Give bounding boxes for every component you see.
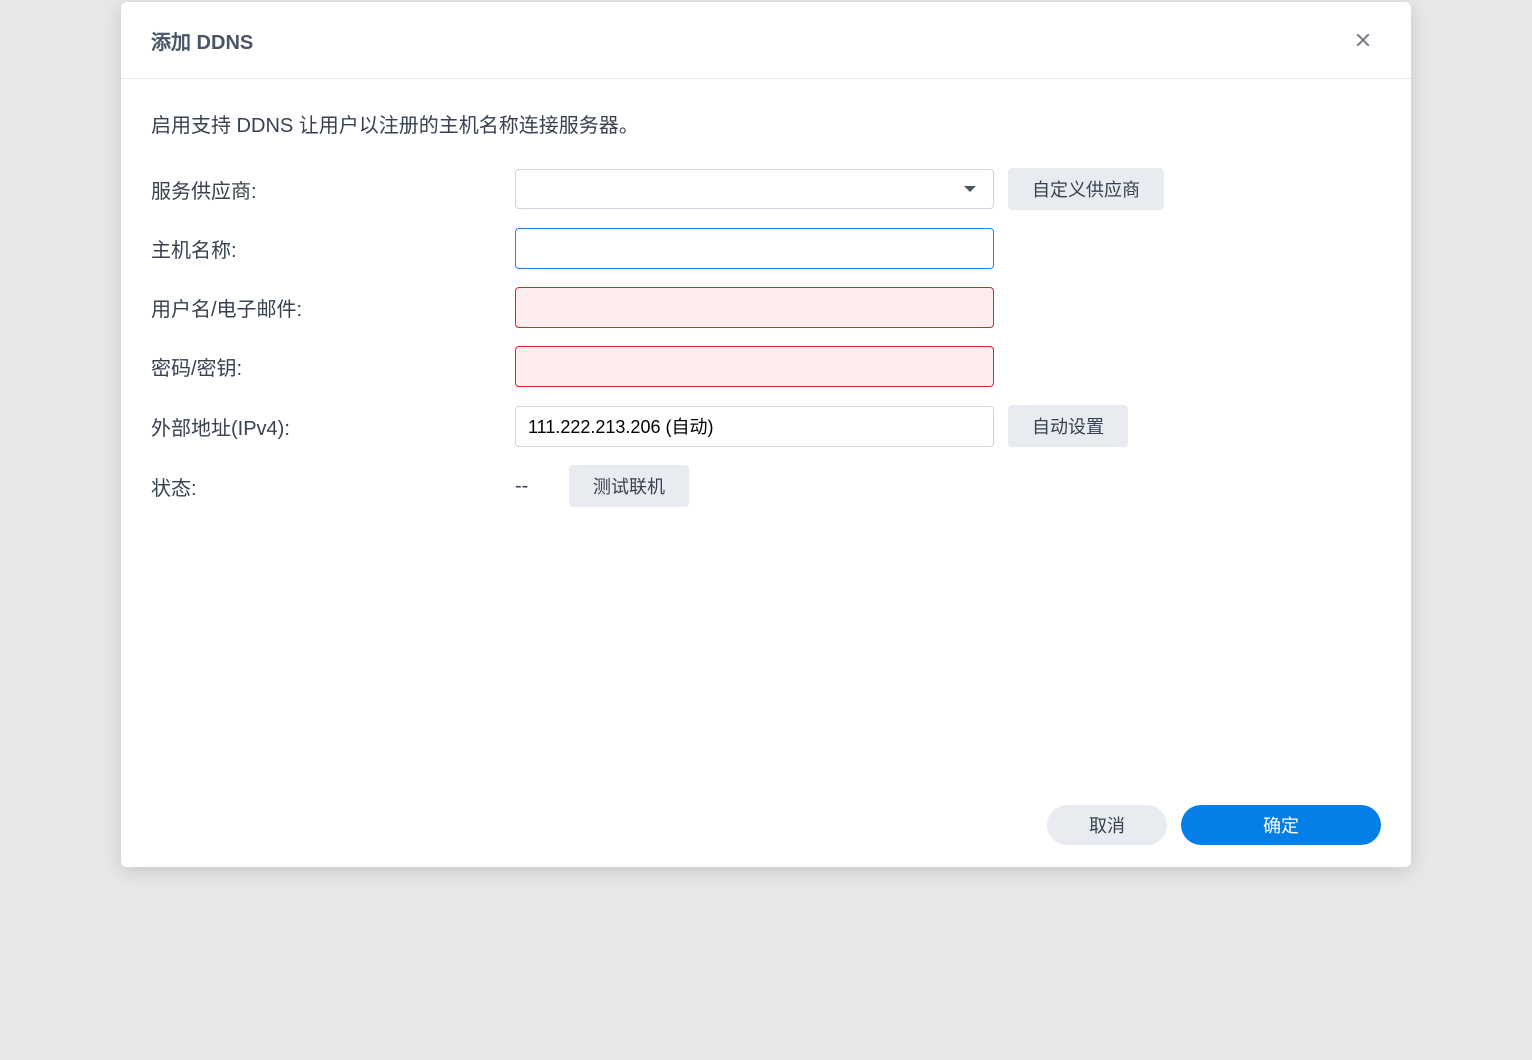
password-input[interactable]	[515, 346, 994, 387]
provider-select-wrapper	[515, 169, 994, 209]
hostname-row: 主机名称:	[151, 228, 1381, 269]
ok-button[interactable]: 确定	[1181, 805, 1381, 845]
hostname-input[interactable]	[515, 228, 994, 269]
dialog-description: 启用支持 DDNS 让用户以注册的主机名称连接服务器。	[151, 109, 1381, 138]
dialog-body: 启用支持 DDNS 让用户以注册的主机名称连接服务器。 服务供应商: 自定义供应…	[121, 79, 1411, 799]
dialog-footer: 取消 确定	[121, 799, 1411, 867]
password-row: 密码/密钥:	[151, 346, 1381, 387]
add-ddns-dialog: 添加 DDNS 启用支持 DDNS 让用户以注册的主机名称连接服务器。 服务供应…	[121, 2, 1411, 867]
dialog-title: 添加 DDNS	[151, 26, 253, 55]
external-ip-label: 外部地址(IPv4):	[151, 412, 501, 441]
provider-row: 服务供应商: 自定义供应商	[151, 168, 1381, 210]
status-row: 状态: -- 测试联机	[151, 465, 1381, 507]
custom-provider-button[interactable]: 自定义供应商	[1008, 168, 1164, 210]
close-icon	[1354, 31, 1372, 49]
close-button[interactable]	[1345, 22, 1381, 58]
cancel-button[interactable]: 取消	[1047, 805, 1167, 845]
hostname-label: 主机名称:	[151, 234, 501, 263]
username-label: 用户名/电子邮件:	[151, 293, 501, 322]
status-value: --	[515, 475, 555, 498]
username-row: 用户名/电子邮件:	[151, 287, 1381, 328]
external-ip-input[interactable]	[515, 406, 994, 447]
status-label: 状态:	[151, 472, 501, 501]
dialog-header: 添加 DDNS	[121, 2, 1411, 79]
test-connection-button[interactable]: 测试联机	[569, 465, 689, 507]
password-label: 密码/密钥:	[151, 352, 501, 381]
external-ip-row: 外部地址(IPv4): 自动设置	[151, 405, 1381, 447]
auto-set-button[interactable]: 自动设置	[1008, 405, 1128, 447]
provider-label: 服务供应商:	[151, 175, 501, 204]
username-input[interactable]	[515, 287, 994, 328]
provider-select[interactable]	[515, 169, 994, 209]
